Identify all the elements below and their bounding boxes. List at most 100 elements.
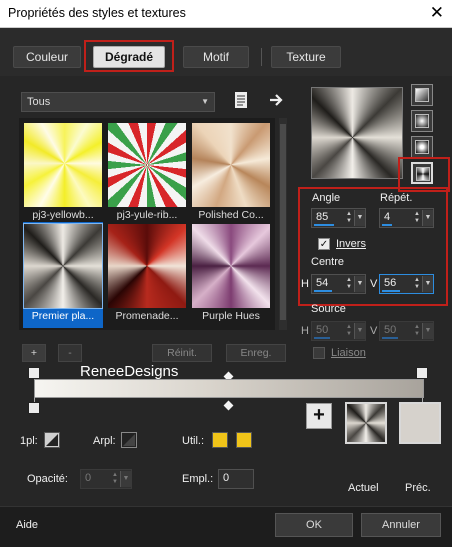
watermark-text: ReneeDesigns xyxy=(80,363,179,380)
gallery-item[interactable]: Promenade... xyxy=(107,222,187,328)
gradient-bar[interactable] xyxy=(34,379,424,398)
gallery-item[interactable]: pj3-yule-rib... xyxy=(107,121,187,227)
fill-mode-button[interactable] xyxy=(44,432,60,448)
spin-arrows-icon[interactable]: ▲ ▼ xyxy=(413,277,421,291)
save-gradient-button[interactable]: Enreg. xyxy=(226,344,286,362)
dropdown-arrow-icon[interactable]: ▼ xyxy=(354,323,365,339)
tab-couleur[interactable]: Couleur xyxy=(13,46,81,68)
user-color-swatch-2[interactable] xyxy=(236,432,252,448)
source-label: Source xyxy=(311,303,346,315)
center-v-spinbox[interactable]: 56 ▲ ▼ ▼ xyxy=(379,274,434,294)
link-checkbox[interactable] xyxy=(313,347,325,359)
linear-style-button[interactable] xyxy=(411,84,433,106)
background-mode-button[interactable] xyxy=(121,432,137,448)
source-v-level-bar xyxy=(382,337,398,339)
dropdown-arrow-icon[interactable]: ▼ xyxy=(422,323,433,339)
chevron-down-icon: ▼ xyxy=(201,97,209,106)
sunburst-style-button[interactable] xyxy=(411,136,433,158)
rectangular-style-button[interactable] xyxy=(411,110,433,132)
angle-spinbox[interactable]: 85 ▲ ▼ ▼ xyxy=(311,208,366,228)
tab-degrade[interactable]: Dégradé xyxy=(93,46,165,68)
repeat-spinbox[interactable]: 4 ▲ ▼ ▼ xyxy=(379,208,434,228)
library-filter-value: Tous xyxy=(27,96,51,108)
source-h-spinbox[interactable]: 50 ▲ ▼ ▼ xyxy=(311,321,366,341)
location-value: 0 xyxy=(223,472,230,484)
gallery-item[interactable]: pj3-yellowb... xyxy=(23,121,103,227)
repeat-value: 4 xyxy=(384,211,391,223)
dropdown-arrow-icon[interactable]: ▼ xyxy=(120,471,131,487)
help-link[interactable]: Aide xyxy=(16,519,38,531)
location-field[interactable]: 0 xyxy=(218,469,254,489)
source-h-label: H xyxy=(301,325,309,337)
reset-button[interactable]: Réinit. xyxy=(152,344,212,362)
center-h-spinbox[interactable]: 54 ▲ ▼ ▼ xyxy=(311,274,366,294)
tab-separator xyxy=(261,48,262,66)
link-label: Liaison xyxy=(331,347,366,359)
cancel-button[interactable]: Annuler xyxy=(361,513,441,537)
spin-arrows-icon[interactable]: ▲ ▼ xyxy=(413,211,421,225)
tab-bar: Couleur Dégradé Motif Texture xyxy=(0,28,452,76)
center-h-label: H xyxy=(301,278,309,290)
spin-arrows-icon[interactable]: ▲ ▼ xyxy=(413,324,421,338)
opacity-stop-right[interactable] xyxy=(416,367,428,379)
previous-preview[interactable] xyxy=(399,402,441,444)
close-icon[interactable]: ✕ xyxy=(430,3,444,23)
gradient-thumbnail xyxy=(192,123,270,207)
empl-label: Empl.: xyxy=(182,473,214,485)
gradient-thumbnail xyxy=(108,123,186,207)
add-gradient-button[interactable]: + xyxy=(22,344,46,362)
gallery-item[interactable]: Purple Hues xyxy=(191,222,271,328)
dropdown-arrow-icon[interactable]: ▼ xyxy=(422,276,433,292)
util-label: Util.: xyxy=(182,435,204,447)
center-h-level-bar xyxy=(314,290,332,292)
gradient-preview[interactable] xyxy=(311,87,403,179)
title-bar: Propriétés des styles et textures ✕ xyxy=(0,0,452,28)
add-to-swatches-button[interactable]: + xyxy=(306,403,332,429)
dropdown-arrow-icon[interactable]: ▼ xyxy=(354,210,365,226)
repeat-level-bar xyxy=(382,224,392,226)
opacity-value: 0 xyxy=(85,472,92,484)
resource-manager-icon[interactable] xyxy=(233,91,249,109)
center-label: Centre xyxy=(311,256,345,268)
spin-arrows-icon[interactable]: ▲ ▼ xyxy=(111,472,119,486)
arrow-right-icon[interactable] xyxy=(268,92,284,108)
gallery-item-selected[interactable]: Premier pla... xyxy=(23,222,103,328)
spin-arrows-icon[interactable]: ▲ ▼ xyxy=(345,324,353,338)
library-filter-dropdown[interactable]: Tous ▼ xyxy=(21,92,215,112)
gradient-gallery: pj3-yellowb... pj3-yule-rib... Polished … xyxy=(19,118,275,330)
source-h-level-bar xyxy=(314,337,330,339)
gradient-thumbnail xyxy=(23,223,103,309)
opacity-stop-left[interactable] xyxy=(28,367,40,379)
window-title: Propriétés des styles et textures xyxy=(8,6,186,20)
spin-arrows-icon[interactable]: ▲ ▼ xyxy=(345,277,353,291)
tab-motif[interactable]: Motif xyxy=(183,46,249,68)
invert-checkbox[interactable]: ✓ xyxy=(318,238,330,250)
gallery-item[interactable]: Polished Co... xyxy=(191,121,271,227)
remove-gradient-button[interactable]: - xyxy=(58,344,82,362)
angle-label: Angle xyxy=(312,192,341,204)
scrollbar-thumb[interactable] xyxy=(280,124,286,320)
gallery-scrollbar[interactable] xyxy=(279,118,287,330)
current-preview[interactable] xyxy=(345,402,387,444)
dropdown-arrow-icon[interactable]: ▼ xyxy=(422,210,433,226)
angle-value: 85 xyxy=(316,211,329,223)
spin-arrows-icon[interactable]: ▲ ▼ xyxy=(345,211,353,225)
color-stop-left[interactable] xyxy=(28,402,40,414)
radial-style-button-selected[interactable] xyxy=(411,162,433,184)
angle-level-bar xyxy=(314,224,334,226)
source-v-label: V xyxy=(370,325,378,337)
current-label: Actuel xyxy=(348,482,379,494)
ok-button[interactable]: OK xyxy=(275,513,353,537)
user-color-swatch[interactable] xyxy=(212,432,228,448)
gallery-item-label: Premier pla... xyxy=(31,310,95,322)
source-v-spinbox[interactable]: 50 ▲ ▼ ▼ xyxy=(379,321,434,341)
gallery-item-label: Promenade... xyxy=(115,310,179,322)
radial-gradient-icon xyxy=(416,167,430,181)
dropdown-arrow-icon[interactable]: ▼ xyxy=(354,276,365,292)
source-h-value: 50 xyxy=(316,324,329,336)
opacity-spinbox[interactable]: 0 ▲ ▼ ▼ xyxy=(80,469,132,489)
invert-label: Invers xyxy=(336,238,366,250)
tab-texture[interactable]: Texture xyxy=(271,46,341,68)
gradient-thumbnail xyxy=(108,224,186,308)
sunburst-gradient-icon xyxy=(415,140,429,154)
